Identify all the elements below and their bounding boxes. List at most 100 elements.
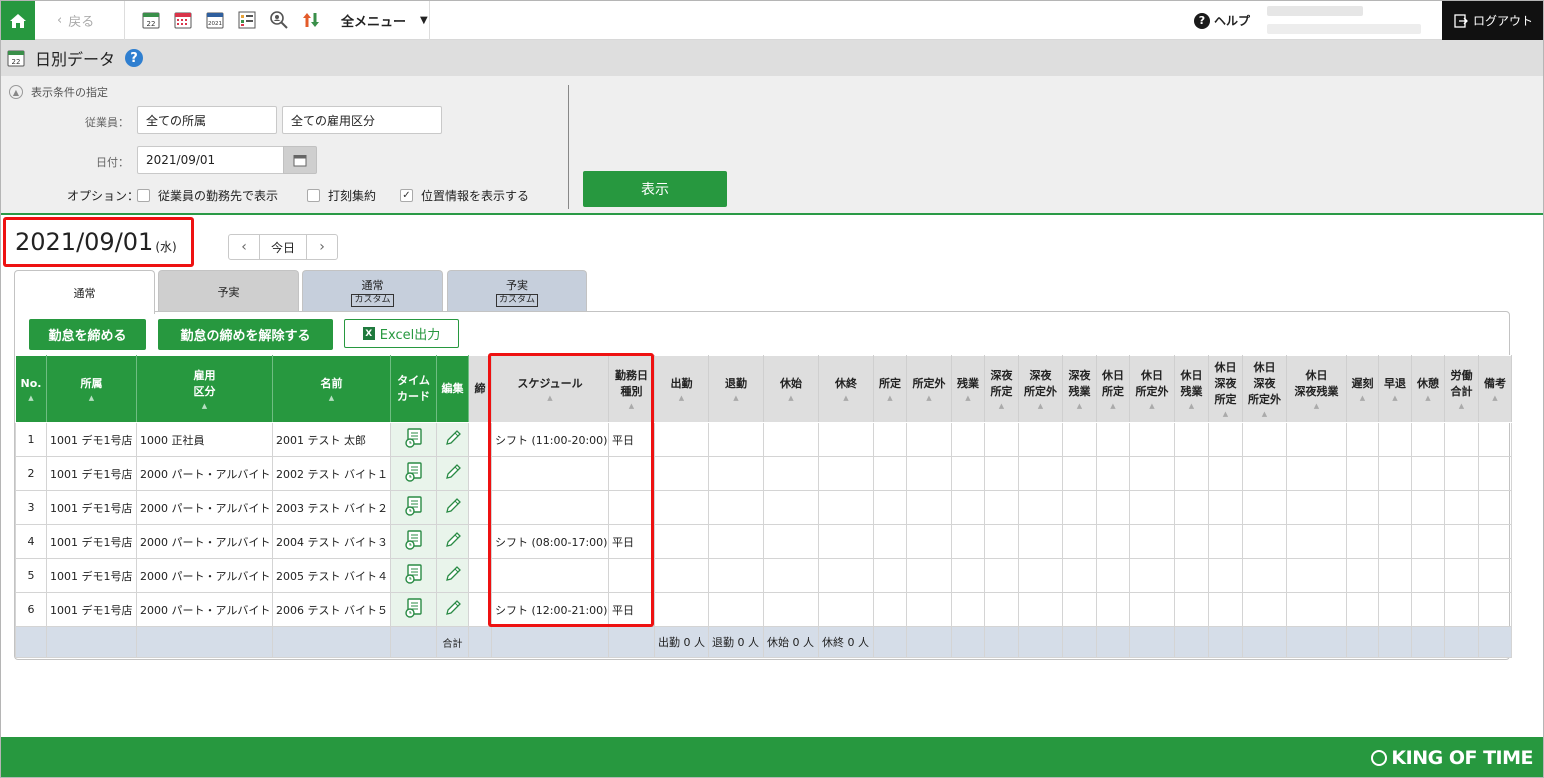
edit-cell[interactable] [436, 490, 469, 525]
date-picker-button[interactable] [283, 146, 317, 174]
sort-arrow-icon[interactable]: ▲ [1064, 402, 1095, 410]
column-header[interactable]: 休日 深夜 所定 ▲ [1208, 355, 1243, 423]
option-stamp-aggregate[interactable]: 打刻集約 [307, 187, 376, 204]
sort-arrow-icon[interactable]: ▲ [1244, 410, 1285, 418]
checkbox-stamp-aggregate[interactable] [307, 189, 320, 202]
sort-arrow-icon[interactable]: ▲ [493, 394, 607, 402]
column-header[interactable]: 所定外 ▲ [906, 355, 952, 423]
department-select[interactable]: 全ての所属 [137, 106, 277, 134]
show-button[interactable]: 表示 [583, 171, 727, 207]
column-header[interactable]: 残業 ▲ [951, 355, 985, 423]
employment-type-select[interactable]: 全ての雇用区分 [282, 106, 442, 134]
column-header[interactable]: 備考 ▲ [1478, 355, 1512, 423]
sort-arrow-icon[interactable]: ▲ [1348, 394, 1377, 402]
column-header[interactable]: 名前 ▲ [272, 355, 391, 423]
sort-arrow-icon[interactable]: ▲ [48, 394, 135, 402]
checkbox-workplace[interactable] [137, 189, 150, 202]
timecard-icon[interactable] [404, 564, 424, 587]
option-workplace[interactable]: 従業員の勤務先で表示 [137, 187, 278, 204]
help-link[interactable]: ? ヘルプ [1194, 1, 1250, 40]
edit-cell[interactable] [436, 592, 469, 627]
column-header[interactable]: 所定 ▲ [873, 355, 907, 423]
sort-arrow-icon[interactable]: ▲ [1098, 402, 1128, 410]
sort-arrow-icon[interactable]: ▲ [1131, 402, 1173, 410]
monthly-calendar-icon[interactable] [171, 8, 195, 32]
sort-arrow-icon[interactable]: ▲ [1446, 402, 1477, 410]
date-input[interactable]: 2021/09/01 [137, 146, 284, 174]
column-header[interactable]: スケジュール ▲ [491, 355, 609, 423]
column-header[interactable]: 雇用 区分 ▲ [136, 355, 273, 423]
edit-pencil-icon[interactable] [443, 598, 463, 621]
prev-day-button[interactable]: ‹ [229, 235, 259, 259]
tab-plan-actual[interactable]: 予実 [158, 270, 299, 312]
column-header[interactable]: 早退 ▲ [1378, 355, 1412, 423]
sort-arrow-icon[interactable]: ▲ [1288, 402, 1345, 410]
next-day-button[interactable]: › [307, 235, 337, 259]
tab-plan-actual-custom[interactable]: 予実 カスタム [447, 270, 587, 312]
close-attendance-button[interactable]: 勤怠を締める [29, 319, 146, 350]
sort-arrow-icon[interactable]: ▲ [274, 394, 389, 402]
timecard-icon[interactable] [404, 496, 424, 519]
sort-arrow-icon[interactable]: ▲ [1380, 394, 1410, 402]
tab-normal-custom[interactable]: 通常 カスタム [302, 270, 443, 312]
home-button[interactable] [1, 1, 35, 40]
sort-arrow-icon[interactable]: ▲ [1210, 410, 1241, 418]
schedule-icon[interactable] [235, 8, 259, 32]
column-header[interactable]: 休日 残業 ▲ [1174, 355, 1209, 423]
column-header[interactable]: 休終 ▲ [818, 355, 874, 423]
timecard-cell[interactable] [390, 456, 437, 491]
back-button[interactable]: ‹ 戻る [41, 1, 125, 40]
column-header[interactable]: No. ▲ [15, 355, 47, 423]
sort-arrow-icon[interactable]: ▲ [710, 394, 762, 402]
daily-calendar-icon[interactable]: 22 [139, 8, 163, 32]
edit-cell[interactable] [436, 558, 469, 593]
tab-normal[interactable]: 通常 [14, 270, 155, 314]
column-header[interactable]: 労働 合計 ▲ [1444, 355, 1479, 423]
timecard-icon[interactable] [404, 530, 424, 553]
search-person-icon[interactable] [267, 8, 291, 32]
timecard-icon[interactable] [404, 598, 424, 621]
timecard-cell[interactable] [390, 422, 437, 457]
sort-arrow-icon[interactable]: ▲ [875, 394, 905, 402]
sort-arrow-icon[interactable]: ▲ [765, 394, 817, 402]
edit-cell[interactable] [436, 524, 469, 559]
filter-toggle[interactable]: ▲ 表示条件の指定 [9, 84, 108, 100]
sort-arrow-icon[interactable]: ▲ [820, 394, 872, 402]
column-header[interactable]: 休憩 ▲ [1411, 355, 1445, 423]
edit-pencil-icon[interactable] [443, 462, 463, 485]
sort-arrow-icon[interactable]: ▲ [610, 402, 653, 410]
sort-arrows-icon[interactable] [299, 8, 323, 32]
timecard-cell[interactable] [390, 558, 437, 593]
column-header[interactable]: 遅刻 ▲ [1346, 355, 1379, 423]
column-header[interactable]: 休日 深夜残業 ▲ [1286, 355, 1347, 423]
page-help-icon[interactable]: ? [125, 49, 144, 67]
all-menu-dropdown[interactable]: 全メニュー ▼ [334, 1, 430, 40]
sort-arrow-icon[interactable]: ▲ [1020, 402, 1061, 410]
sort-arrow-icon[interactable]: ▲ [138, 402, 271, 410]
yearly-calendar-icon[interactable]: 2021 [203, 8, 227, 32]
column-header[interactable]: 退勤 ▲ [708, 355, 764, 423]
column-header[interactable]: 休日 所定外 ▲ [1129, 355, 1175, 423]
timecard-icon[interactable] [404, 462, 424, 485]
edit-pencil-icon[interactable] [443, 530, 463, 553]
column-header[interactable]: 所属 ▲ [46, 355, 137, 423]
today-button[interactable]: 今日 [259, 235, 307, 259]
sort-arrow-icon[interactable]: ▲ [1176, 402, 1207, 410]
edit-cell[interactable] [436, 456, 469, 491]
unclose-attendance-button[interactable]: 勤怠の締めを解除する [158, 319, 333, 350]
column-header[interactable]: 休日 深夜 所定外 ▲ [1242, 355, 1287, 423]
sort-arrow-icon[interactable]: ▲ [17, 394, 45, 402]
excel-export-button[interactable]: X Excel出力 [344, 319, 459, 348]
sort-arrow-icon[interactable]: ▲ [1413, 394, 1443, 402]
timecard-icon[interactable] [404, 428, 424, 451]
sort-arrow-icon[interactable]: ▲ [986, 402, 1017, 410]
sort-arrow-icon[interactable]: ▲ [1480, 394, 1510, 402]
timecard-cell[interactable] [390, 490, 437, 525]
sort-arrow-icon[interactable]: ▲ [908, 394, 950, 402]
sort-arrow-icon[interactable]: ▲ [656, 394, 707, 402]
logout-button[interactable]: ログアウト [1442, 1, 1543, 40]
column-header[interactable]: 出勤 ▲ [654, 355, 709, 423]
column-header[interactable]: 勤務日 種別 ▲ [608, 355, 655, 423]
column-header[interactable]: 休日 所定 ▲ [1096, 355, 1130, 423]
edit-cell[interactable] [436, 422, 469, 457]
